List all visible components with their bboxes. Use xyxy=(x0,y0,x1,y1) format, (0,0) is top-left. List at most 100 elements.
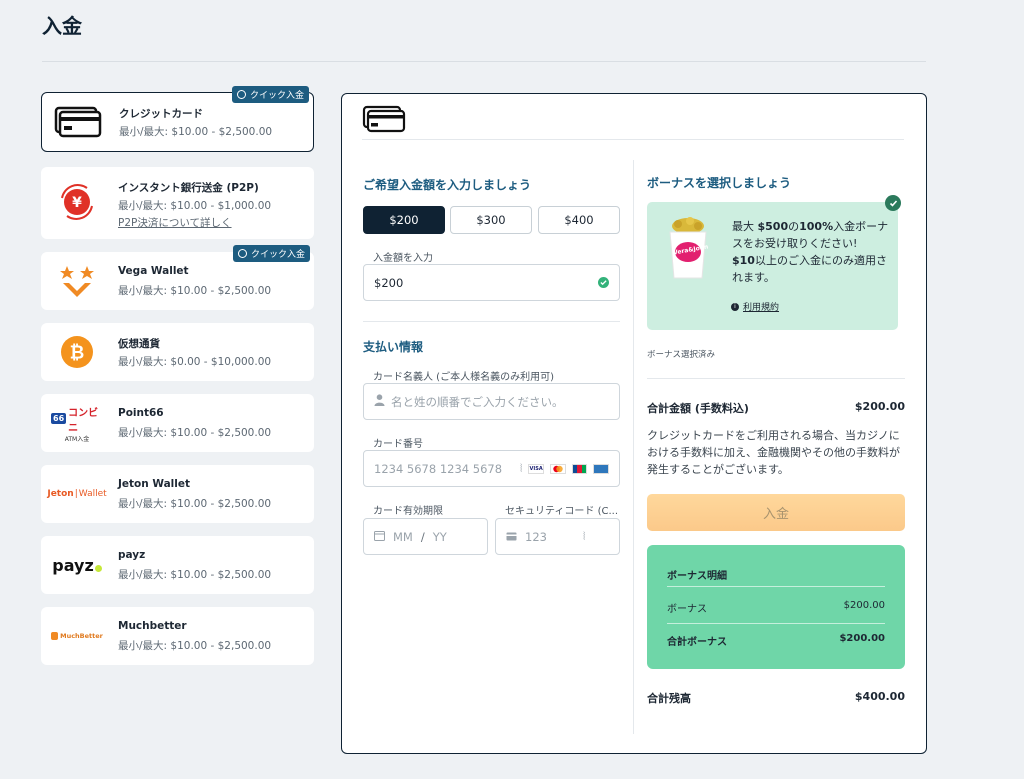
quick-deposit-icon xyxy=(237,90,246,99)
bonus-bucket-image: Vera&John xyxy=(664,216,712,286)
method-payz[interactable]: payz payz 最小/最大: $10.00 - $2,500.00 xyxy=(41,536,314,594)
section-divider xyxy=(647,378,905,379)
deposit-panel: ご希望入金額を入力しましょう $200 $300 $400 入金額を入力 $20… xyxy=(341,93,927,754)
method-muchbetter[interactable]: MuchBetter Muchbetter 最小/最大: $10.00 - $2… xyxy=(41,607,314,665)
balance-row: 合計残高 $400.00 xyxy=(647,690,905,706)
bonus-row: ボーナス $200.00 xyxy=(667,600,885,615)
method-crypto[interactable]: ₿ 仮想通貨 最小/最大: $0.00 - $10,000.00 xyxy=(41,323,314,381)
quick-badge-label: クイック入金 xyxy=(251,250,306,260)
expiry-year-placeholder: YY xyxy=(432,529,447,544)
point66-logo: 66 コンビニ ATM入金 xyxy=(51,402,103,444)
bonus-detail-title: ボーナス明細 xyxy=(667,571,727,582)
method-vega-wallet[interactable]: Vega Wallet 最小/最大: $10.00 - $2,500.00 クイ… xyxy=(41,245,314,310)
amount-preset-200[interactable]: $200 xyxy=(363,206,445,234)
jcb-icon xyxy=(571,463,588,474)
expiry-separator: / xyxy=(420,529,425,544)
amount-value: $200 xyxy=(374,275,404,290)
yen-transfer-icon: ¥ xyxy=(51,181,103,223)
total-bonus-label: 合計ボーナス xyxy=(667,637,727,648)
payz-logo-text: payz xyxy=(52,555,94,575)
bonus-label: ボーナス xyxy=(667,604,707,615)
expiry-label: カード有効期限 xyxy=(373,506,443,517)
section-divider xyxy=(363,321,620,322)
bonus-text-tail: 以上のご入金にのみ適用されます。 xyxy=(732,254,887,284)
expiry-month-placeholder: MM xyxy=(393,529,413,544)
method-limits: 最小/最大: $10.00 - $2,500.00 xyxy=(118,427,272,439)
amount-preset-300[interactable]: $300 xyxy=(450,206,532,234)
cardholder-input[interactable] xyxy=(391,394,609,409)
card-scan-icon: ⦚ xyxy=(520,461,523,475)
deposit-amount-heading: ご希望入金額を入力しましょう xyxy=(363,178,532,192)
balance-label: 合計残高 xyxy=(647,692,691,705)
cvc-field[interactable]: ⦚ xyxy=(495,518,620,555)
balance-value: $400.00 xyxy=(854,690,905,703)
deposit-button[interactable]: 入金 xyxy=(647,494,905,531)
visa-icon: VISA xyxy=(528,463,544,474)
bonus-text-pct: 100% xyxy=(799,220,834,233)
bonus-detail-box: ボーナス明細 ボーナス $200.00 合計ボーナス $200.00 xyxy=(647,545,905,669)
card-number-field[interactable]: ⦚ VISA xyxy=(363,450,620,487)
method-limits: 最小/最大: $0.00 - $10,000.00 xyxy=(118,356,272,368)
method-limits: 最小/最大: $10.00 - $2,500.00 xyxy=(118,498,272,510)
method-limits: 最小/最大: $10.00 - $2,500.00 xyxy=(118,569,272,581)
amount-field[interactable]: $200 xyxy=(363,264,620,301)
total-bonus-row: 合計ボーナス $200.00 xyxy=(667,633,885,648)
payz-logo: payz xyxy=(51,544,103,586)
quick-deposit-badge: クイック入金 xyxy=(233,245,311,262)
card-scan-icon: ⦚ xyxy=(583,529,586,543)
method-p2p[interactable]: ¥ インスタント銀行送金 (P2P) 最小/最大: $10.00 - $1,00… xyxy=(41,167,314,239)
method-credit-card[interactable]: クレジットカード 最小/最大: $10.00 - $2,500.00 クイック入… xyxy=(41,86,314,152)
bonus-text-prefix: 最大 xyxy=(732,220,758,233)
cvc-label: セキュリティコード (C... xyxy=(505,506,618,517)
method-name: Jeton Wallet xyxy=(118,478,191,490)
valid-check-icon xyxy=(598,277,609,288)
card-number-input[interactable] xyxy=(374,461,514,476)
amount-preset-400[interactable]: $400 xyxy=(538,206,620,234)
method-name: 仮想通貨 xyxy=(118,338,160,350)
cardholder-field[interactable] xyxy=(363,383,620,420)
method-name: インスタント銀行送金 (P2P) xyxy=(118,182,259,194)
bonus-selected-note: ボーナス選択済み xyxy=(647,350,716,360)
jeton-logo-divider: | xyxy=(74,489,78,499)
payz-dot xyxy=(94,564,102,572)
muchbetter-mark xyxy=(51,632,59,640)
method-point66[interactable]: 66 コンビニ ATM入金 Point66 最小/最大: $10.00 - $2… xyxy=(41,394,314,452)
point66-text: コンビニ xyxy=(68,407,99,434)
method-name: Vega Wallet xyxy=(118,265,189,277)
method-limits: 最小/最大: $10.00 - $2,500.00 xyxy=(119,126,273,138)
column-divider xyxy=(633,160,634,734)
total-bonus-value: $200.00 xyxy=(839,633,885,644)
expiry-field[interactable]: MM / YY xyxy=(363,518,488,555)
bonus-heading: ボーナスを選択しましょう xyxy=(647,176,792,190)
bonus-text-mid: の xyxy=(788,220,800,233)
bonus-text-amount: $500 xyxy=(757,220,789,233)
total-row: 合計金額 (手数料込) $200.00 xyxy=(647,400,905,416)
muchbetter-logo: MuchBetter xyxy=(51,615,103,657)
cardholder-label: カード名義人 (ご本人様名義のみ利用可) xyxy=(373,372,554,383)
page-title: 入金 xyxy=(42,14,82,38)
fee-note: クレジットカードをご利用される場合、当カジノにおける手数料に加え、金融機関やその… xyxy=(647,429,900,476)
bonus-card[interactable]: Vera&John 最大 $500の100%入金ボーナスをお受け取りください! $… xyxy=(647,202,898,330)
credit-card-icon xyxy=(52,101,104,143)
terms-link-label: 利用規約 xyxy=(743,303,780,313)
svg-text:₿: ₿ xyxy=(70,343,85,364)
mastercard-icon xyxy=(549,463,566,474)
terms-link[interactable]: i 利用規約 xyxy=(731,300,779,313)
bitcoin-icon: ₿ xyxy=(51,331,103,373)
credit-card-icon xyxy=(362,105,406,137)
bonus-detail-divider xyxy=(667,586,885,587)
jeton-logo-text-b: Wallet xyxy=(78,489,107,499)
jeton-logo: Jeton | Wallet xyxy=(47,473,106,515)
panel-header-divider xyxy=(362,139,904,140)
bonus-text-min: $10 xyxy=(732,254,755,267)
cvc-input[interactable] xyxy=(525,529,575,544)
jeton-logo-text: Jeton xyxy=(47,489,74,499)
bonus-detail-divider xyxy=(667,623,885,624)
payment-info-heading: 支払い情報 xyxy=(363,340,424,354)
vega-wallet-logo xyxy=(51,260,103,302)
method-jeton[interactable]: Jeton | Wallet Jeton Wallet 最小/最大: $10.0… xyxy=(41,465,314,523)
amount-label: 入金額を入力 xyxy=(373,253,433,264)
p2p-info-link[interactable]: P2P決済について詳しく xyxy=(118,215,232,230)
muchbetter-logo-text: MuchBetter xyxy=(60,632,103,640)
method-name: payz xyxy=(118,549,146,561)
